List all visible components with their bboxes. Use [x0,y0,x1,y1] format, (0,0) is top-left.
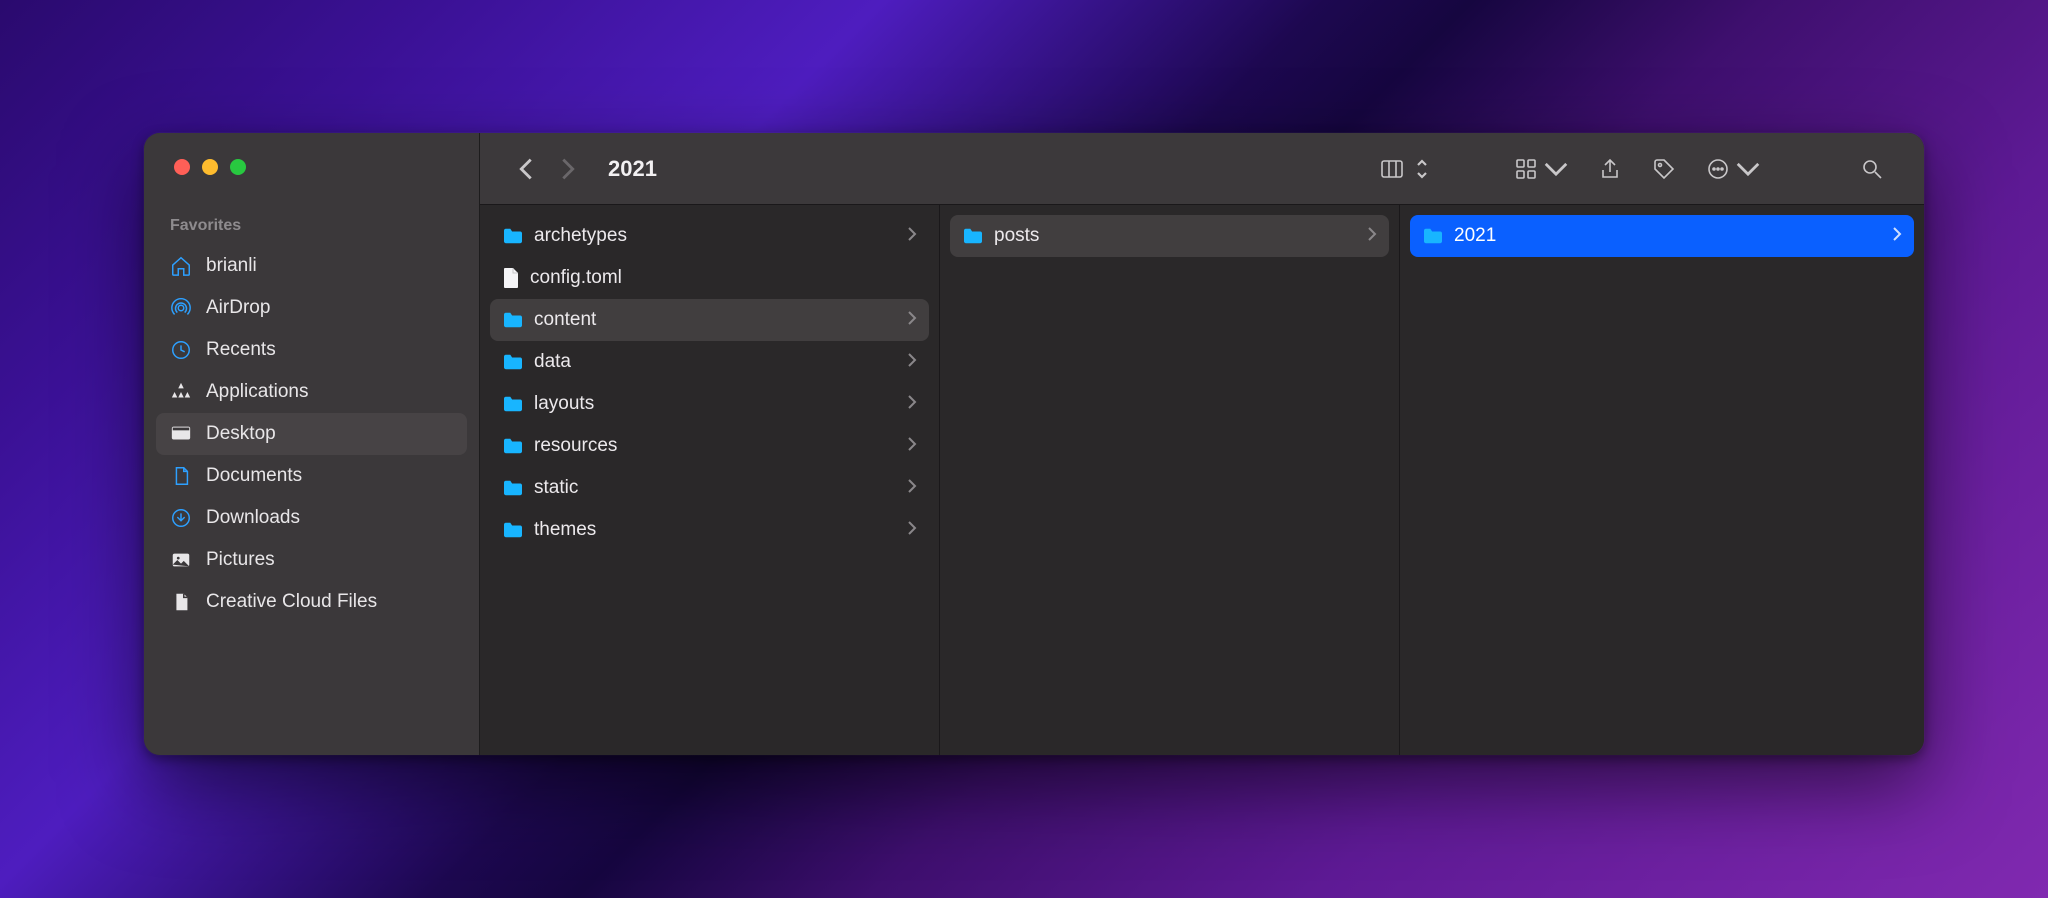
list-item[interactable]: themes [490,509,929,551]
sidebar-item-label: Desktop [206,423,276,445]
list-item[interactable]: archetypes [490,215,929,257]
clock-icon [170,339,192,361]
sidebar-item-brianli[interactable]: brianli [156,245,467,287]
chevron-down-icon [1736,157,1760,181]
folder-icon [502,353,524,371]
share-icon [1598,157,1622,181]
sidebar-item-creative-cloud-files[interactable]: Creative Cloud Files [156,581,467,623]
desktop-icon [170,423,192,445]
item-name: static [534,477,897,499]
column-view: archetypes config.toml content data layouts r… [480,205,1924,755]
list-item[interactable]: resources [490,425,929,467]
item-name: 2021 [1454,225,1882,247]
sidebar: Favorites brianli AirDrop Recents Applicati… [144,133,480,755]
chevron-right-icon [907,477,917,499]
zoom-button[interactable] [230,159,246,175]
chevron-right-icon [907,393,917,415]
search-button[interactable] [1850,152,1894,186]
item-name: content [534,309,897,331]
column-0: archetypes config.toml content data layouts r… [480,205,940,755]
folder-icon [962,227,984,245]
item-name: posts [994,225,1357,247]
tags-button[interactable] [1642,152,1686,186]
sidebar-item-desktop[interactable]: Desktop [156,413,467,455]
folder-icon [502,479,524,497]
more-icon [1706,157,1730,181]
finder-window: Favorites brianli AirDrop Recents Applicati… [144,133,1924,755]
toolbar: 2021 [480,133,1924,205]
share-button[interactable] [1588,152,1632,186]
main-area: 2021 [480,133,1924,755]
list-item[interactable]: data [490,341,929,383]
sidebar-item-recents[interactable]: Recents [156,329,467,371]
item-name: resources [534,435,897,457]
item-name: themes [534,519,897,541]
close-button[interactable] [174,159,190,175]
list-item[interactable]: content [490,299,929,341]
sidebar-item-documents[interactable]: Documents [156,455,467,497]
ccfiles-icon [170,591,192,613]
folder-icon [502,395,524,413]
sidebar-item-label: AirDrop [206,297,270,319]
home-icon [170,255,192,277]
tag-icon [1652,157,1676,181]
document-icon [170,465,192,487]
minimize-button[interactable] [202,159,218,175]
search-icon [1860,157,1884,181]
list-item[interactable]: posts [950,215,1389,257]
forward-button[interactable] [552,153,584,185]
folder-icon [502,437,524,455]
sidebar-item-label: brianli [206,255,257,277]
download-icon [170,507,192,529]
updown-icon [1410,157,1434,181]
item-name: data [534,351,897,373]
sidebar-item-label: Downloads [206,507,300,529]
sidebar-section-label: Favorites [144,217,479,245]
chevron-right-icon [907,435,917,457]
chevron-down-icon [1544,157,1568,181]
item-name: layouts [534,393,897,415]
item-name: config.toml [530,267,917,289]
sidebar-item-downloads[interactable]: Downloads [156,497,467,539]
list-item[interactable]: 2021 [1410,215,1914,257]
group-by-button[interactable] [1504,152,1578,186]
sidebar-item-label: Creative Cloud Files [206,591,377,613]
pictures-icon [170,549,192,571]
sidebar-item-label: Applications [206,381,308,403]
chevron-right-icon [907,519,917,541]
chevron-right-icon [907,351,917,373]
chevron-right-icon [907,225,917,247]
folder-icon [502,311,524,329]
favorites-list: brianli AirDrop Recents Applications Desktop… [144,245,479,623]
window-title: 2021 [608,156,657,182]
item-name: archetypes [534,225,897,247]
chevron-right-icon [1892,225,1902,247]
view-mode-button[interactable] [1370,152,1444,186]
sidebar-item-label: Recents [206,339,276,361]
column-1: posts [940,205,1400,755]
grid-icon [1514,157,1538,181]
chevron-right-icon [1367,225,1377,247]
traffic-lights [144,159,479,175]
list-item[interactable]: config.toml [490,257,929,299]
sidebar-item-label: Pictures [206,549,275,571]
sidebar-item-label: Documents [206,465,302,487]
chevron-right-icon [907,309,917,331]
sidebar-item-airdrop[interactable]: AirDrop [156,287,467,329]
columns-icon [1380,157,1404,181]
sidebar-item-applications[interactable]: Applications [156,371,467,413]
folder-icon [502,227,524,245]
more-button[interactable] [1696,152,1770,186]
back-button[interactable] [510,153,542,185]
apps-icon [170,381,192,403]
folder-icon [502,521,524,539]
list-item[interactable]: static [490,467,929,509]
column-2: 2021 [1400,205,1924,755]
list-item[interactable]: layouts [490,383,929,425]
sidebar-item-pictures[interactable]: Pictures [156,539,467,581]
file-icon [502,267,520,289]
airdrop-icon [170,297,192,319]
folder-icon [1422,227,1444,245]
